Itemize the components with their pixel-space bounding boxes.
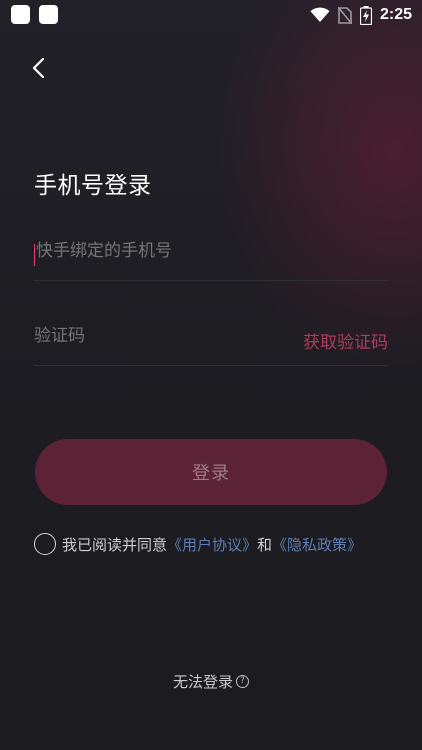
wifi-icon [310,7,330,22]
get-code-button[interactable]: 获取验证码 [303,328,388,353]
agreement-conjunction: 和 [257,535,273,554]
privacy-policy-link[interactable]: 《隐私政策》 [272,534,362,555]
cant-login-label: 无法登录 [172,673,233,691]
status-indicators: 2:25 [310,4,412,26]
cant-login-link[interactable]: 无法登录 ? [0,671,422,692]
help-icon: ? [236,675,249,688]
chevron-left-icon [32,57,45,79]
verification-code-field[interactable]: 获取验证码 [34,316,388,366]
phone-field[interactable] [34,231,388,281]
battery-charging-icon [359,5,372,25]
agreement-row: 我已阅读并同意 《用户协议》 和 《隐私政策》 [34,532,362,556]
clock: 2:25 [379,6,412,23]
background [0,0,422,750]
login-button[interactable]: 登录 [35,439,387,505]
agreement-prefix: 我已阅读并同意 [62,535,168,554]
phone-input[interactable] [34,241,274,261]
page-title: 手机号登录 [34,173,152,199]
text-caret [34,244,35,266]
verification-code-input[interactable] [34,326,274,346]
notification-icon [11,5,30,24]
status-bar: 2:25 [0,0,422,30]
notification-icon [39,5,58,24]
agree-checkbox[interactable] [34,533,56,555]
user-agreement-link[interactable]: 《用户协议》 [167,534,257,555]
back-button[interactable] [26,54,54,82]
no-sim-icon [337,6,352,24]
